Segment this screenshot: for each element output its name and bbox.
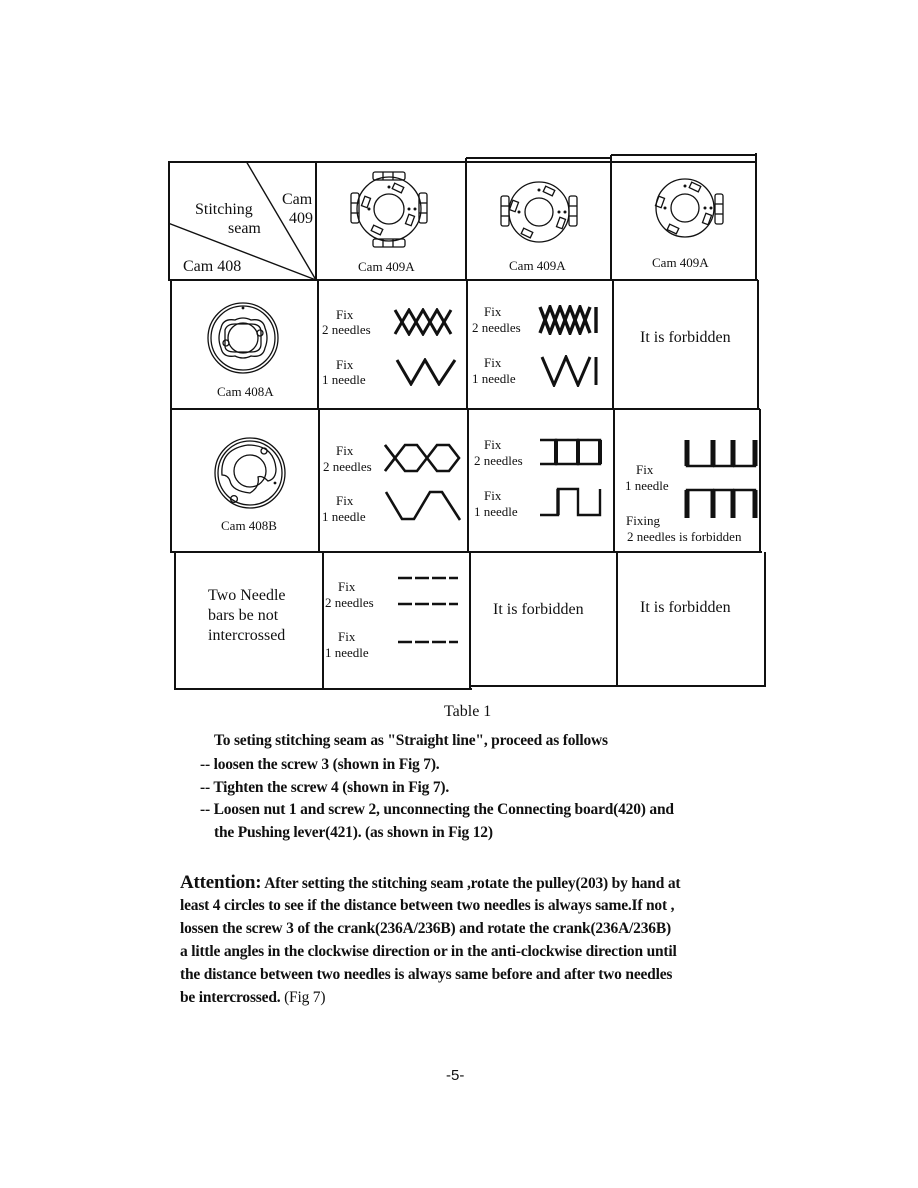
table-border [616,552,618,686]
row-3-label-line3: intercrossed [208,627,286,644]
box-chain-pattern [538,438,604,466]
row-1-col-3-forbidden: It is forbidden [640,329,731,346]
table-border [759,409,761,553]
table-border [318,409,320,553]
attention-line: least 4 circles to see if the distance b… [180,897,675,914]
cam-409a-right-segment-icon [645,172,729,248]
table-caption: Table 1 [444,703,492,720]
instruction-step-continuation: the Pushing lever(421). (as shown in Fig… [214,824,493,841]
table-border [317,280,319,410]
table-border [764,552,766,686]
row-2-col-1-needles-label: 2 needles [323,459,372,474]
row-3-label-line1: Two Needle [208,587,286,604]
attention-line: a little angles in the clockwise directi… [180,943,677,960]
table-border [174,552,176,690]
instruction-step: -- Tighten the screw 4 (shown in Fig 7). [200,779,450,796]
row-2-cam-label: Cam 408B [221,518,277,533]
row-2-col-3-needle-label: 1 needle [625,478,669,493]
row-2-col-2-fix-label-2: Fix [484,488,502,503]
table-border [469,552,471,688]
row-1-cam-label: Cam 408A [217,384,274,399]
row-1-col-1-fix-label-2: Fix [336,357,354,372]
table-border [612,280,614,410]
header-stitching-label: Stitching [195,201,253,218]
attention-line: the distance between two needles is alwa… [180,966,673,983]
header-cam409-label: Cam [282,191,313,208]
attention-line: lossen the screw 3 of the crank(236A/236… [180,920,671,937]
square-wave-pattern [538,487,604,517]
column-3-cam-label: Cam 409A [652,255,709,270]
row-1-col-1-needles-label: 2 needles [322,322,371,337]
attention-line: Attention: After setting the stitching s… [180,871,681,896]
table-border [170,408,760,410]
table-border [755,153,757,281]
dense-cross-zigzag-pattern [538,305,602,335]
row-3-label-line2: bars be not [208,607,279,624]
row-1-col-1-fix-label: Fix [336,307,354,322]
row-2-col-3-fixing-note: Fixing [626,513,660,528]
row-1-col-2-fix-label: Fix [484,304,502,319]
figure-reference: (Fig 7) [280,989,326,1006]
cam-409a-full-segments-icon [345,167,433,251]
cam-409a-side-segments-icon [497,174,581,250]
zigzag-pattern [395,358,460,386]
dense-zigzag-pattern [540,355,602,387]
row-3-col-3-forbidden: It is forbidden [640,599,731,616]
attention-text: be intercrossed. [180,989,281,1006]
row-1-col-1-needle-label: 1 needle [322,372,366,387]
table-border [470,685,766,687]
table-border [466,157,611,159]
header-cam409-number: 409 [289,210,313,227]
row-2-col-3-forbidden-note: 2 needles is forbidden [627,529,742,544]
instruction-step: -- loosen the screw 3 (shown in Fig 7). [200,756,440,773]
row-2-col-2-fix-label: Fix [484,437,502,452]
attention-text: After setting the stitching seam ,rotate… [261,875,681,892]
double-straight-pattern [396,574,460,608]
row-3-col-1-fix-label: Fix [338,579,356,594]
row-1-col-2-needle-label: 1 needle [472,371,516,386]
header-seam-label: seam [228,220,261,237]
cam-408a-icon [205,300,281,376]
row-1-col-2-needles-label: 2 needles [472,320,521,335]
instruction-step: -- Loosen nut 1 and screw 2, unconnectin… [200,801,674,818]
cam-408b-icon [212,435,288,511]
trapezoid-cross-pattern [383,443,461,473]
attention-label: Attention: [180,872,262,893]
table-border [467,409,469,553]
table-border [466,280,468,410]
column-1-cam-label: Cam 409A [358,259,415,274]
row-2-col-1-fix-label: Fix [336,443,354,458]
table-border [613,409,615,553]
instructions-intro: To seting stitching seam as "Straight li… [214,732,608,749]
column-2-cam-label: Cam 409A [509,258,566,273]
table-border [170,280,172,410]
row-3-col-2-forbidden: It is forbidden [493,601,584,618]
table-border [611,154,756,156]
row-2-col-2-needle-label: 1 needle [474,504,518,519]
manual-page: { "table": { "caption": "Table 1", "head… [0,0,918,1188]
trapezoid-wave-pattern [384,490,462,522]
table-border [610,155,612,281]
cross-zigzag-pattern [393,308,458,336]
row-3-col-1-needles-label: 2 needles [325,595,374,610]
inverted-u-step-pattern [683,486,761,520]
table-border [174,688,472,690]
u-step-pattern [683,438,761,470]
page-number: -5- [446,1067,465,1084]
table-border [465,158,467,281]
row-2-col-1-fix-label-2: Fix [336,493,354,508]
row-1-col-2-fix-label-2: Fix [484,355,502,370]
attention-line: be intercrossed. (Fig 7) [180,986,326,1010]
row-2-col-1-needle-label: 1 needle [322,509,366,524]
table-border [170,551,762,553]
straight-pattern [396,637,460,647]
row-3-col-1-fix-label-2: Fix [338,629,356,644]
row-3-col-1-needle-label: 1 needle [325,645,369,660]
row-2-col-3-fix-label: Fix [636,462,654,477]
row-2-col-2-needles-label: 2 needles [474,453,523,468]
table-border [170,409,172,553]
table-border [322,552,324,690]
header-cam408-label: Cam 408 [183,258,242,275]
table-border [757,280,759,410]
